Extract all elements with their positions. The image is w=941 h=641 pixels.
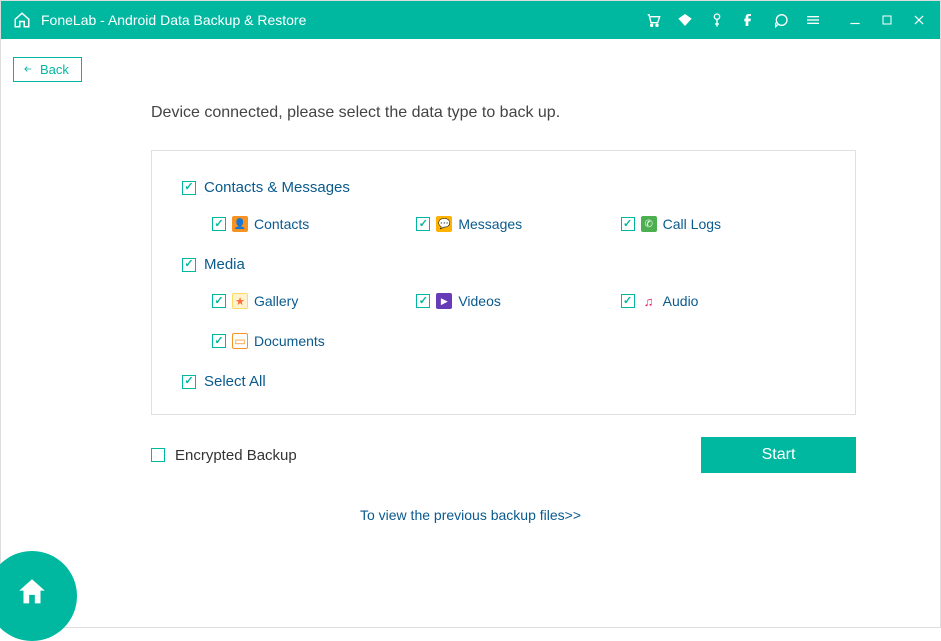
checkbox-gallery[interactable]	[212, 294, 226, 308]
item-documents[interactable]: ▭ Documents	[212, 333, 422, 349]
start-button-label: Start	[762, 446, 796, 463]
item-audio[interactable]: ♫ Audio	[621, 293, 825, 309]
category-media[interactable]: Media	[182, 256, 825, 273]
titlebar-right	[644, 11, 928, 29]
category-label: Media	[204, 256, 245, 273]
item-videos[interactable]: ▶ Videos	[416, 293, 620, 309]
items-row-media-1: ★ Gallery ▶ Videos ♫ Audio	[212, 293, 825, 309]
close-icon[interactable]	[910, 11, 928, 29]
facebook-icon[interactable]	[740, 11, 758, 29]
encrypted-backup-option[interactable]: Encrypted Backup	[151, 447, 297, 464]
encrypted-label: Encrypted Backup	[175, 447, 297, 464]
item-messages[interactable]: 💬 Messages	[416, 216, 620, 232]
checkbox-select-all[interactable]	[182, 375, 196, 389]
item-label: Contacts	[254, 216, 309, 232]
menu-icon[interactable]	[804, 11, 822, 29]
items-row-media-2: ▭ Documents	[212, 333, 825, 349]
minimize-icon[interactable]	[846, 11, 864, 29]
feedback-icon[interactable]	[772, 11, 790, 29]
selection-panel: Contacts & Messages 👤 Contacts 💬 Message…	[151, 150, 856, 415]
checkbox-messages[interactable]	[416, 217, 430, 231]
instruction-text: Device connected, please select the data…	[151, 104, 880, 122]
checkbox-audio[interactable]	[621, 294, 635, 308]
back-button[interactable]: Back	[13, 57, 82, 82]
home-fab-icon	[15, 575, 49, 609]
item-label: Videos	[458, 293, 501, 309]
checkbox-videos[interactable]	[416, 294, 430, 308]
key-icon[interactable]	[708, 11, 726, 29]
back-arrow-icon	[22, 62, 34, 77]
titlebar-left: FoneLab - Android Data Backup & Restore	[13, 11, 306, 29]
item-label: Audio	[663, 293, 699, 309]
item-contacts[interactable]: 👤 Contacts	[212, 216, 416, 232]
gallery-icon: ★	[232, 293, 248, 309]
back-button-label: Back	[40, 62, 69, 77]
checkbox-documents[interactable]	[212, 334, 226, 348]
home-icon[interactable]	[13, 11, 31, 29]
app-title: FoneLab - Android Data Backup & Restore	[41, 12, 306, 28]
content-area: Device connected, please select the data…	[1, 104, 940, 523]
item-label: Call Logs	[663, 216, 721, 232]
documents-icon: ▭	[232, 333, 248, 349]
item-gallery[interactable]: ★ Gallery	[212, 293, 416, 309]
items-row-contacts: 👤 Contacts 💬 Messages ✆ Call Logs	[212, 216, 825, 232]
checkbox-media[interactable]	[182, 258, 196, 272]
item-label: Documents	[254, 333, 325, 349]
maximize-icon[interactable]	[878, 11, 896, 29]
videos-icon: ▶	[436, 293, 452, 309]
category-select-all[interactable]: Select All	[182, 373, 825, 390]
select-all-label: Select All	[204, 373, 266, 390]
checkbox-contacts-messages[interactable]	[182, 181, 196, 195]
checkbox-contacts[interactable]	[212, 217, 226, 231]
category-label: Contacts & Messages	[204, 179, 350, 196]
audio-icon: ♫	[641, 293, 657, 309]
wifi-icon[interactable]	[676, 11, 694, 29]
messages-icon: 💬	[436, 216, 452, 232]
start-button[interactable]: Start	[701, 437, 856, 473]
bottom-row: Encrypted Backup Start	[151, 437, 856, 473]
contacts-icon: 👤	[232, 216, 248, 232]
previous-backup-link[interactable]: To view the previous backup files>>	[61, 507, 880, 523]
category-contacts-messages[interactable]: Contacts & Messages	[182, 179, 825, 196]
window-controls	[846, 11, 928, 29]
checkbox-encrypted[interactable]	[151, 448, 165, 462]
item-label: Gallery	[254, 293, 298, 309]
item-call-logs[interactable]: ✆ Call Logs	[621, 216, 825, 232]
cart-icon[interactable]	[644, 11, 662, 29]
item-label: Messages	[458, 216, 522, 232]
titlebar: FoneLab - Android Data Backup & Restore	[1, 1, 940, 39]
call-logs-icon: ✆	[641, 216, 657, 232]
checkbox-call-logs[interactable]	[621, 217, 635, 231]
